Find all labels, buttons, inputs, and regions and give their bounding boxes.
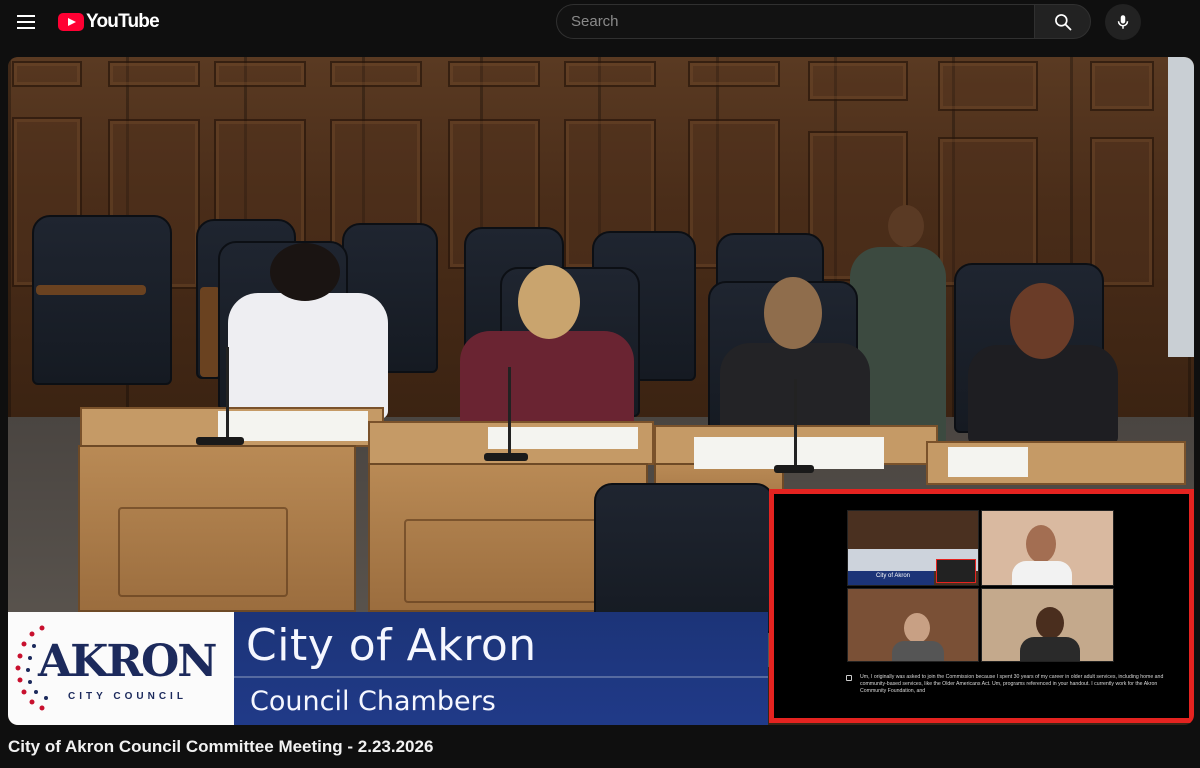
microphone-base [484,453,528,461]
chair [32,215,172,385]
video-tile-participant [981,510,1114,586]
hamburger-menu-icon [17,15,35,29]
wall-panel [448,61,540,87]
lower-third-divider [234,676,768,678]
participant-body [892,641,944,661]
participant-head [1036,607,1064,639]
akron-city-council-logo: AKRON CITY COUNCIL [8,612,234,725]
lower-third-title: City of Akron [246,620,537,671]
search-button[interactable] [1034,4,1091,39]
caption-icon [846,675,852,681]
wall-panel [564,61,656,87]
youtube-play-icon [58,13,84,31]
desk-carving [118,507,288,597]
person-head [518,265,580,339]
chair-arm [200,287,220,377]
person-head [270,243,340,301]
chair [594,483,774,633]
papers [948,447,1028,477]
desk-microphone [508,367,511,459]
wall-panel [108,61,200,87]
voice-search-button[interactable] [1105,4,1141,40]
wall-panel [12,61,82,87]
wall-panel [938,61,1038,111]
chair-arm [36,285,146,295]
remote-participants-inset: City of Akron Um, I originally was asked… [769,489,1194,723]
top-bar: YouTube [0,0,1200,44]
desk-microphone [226,347,229,443]
wall-panel [214,61,306,87]
person-head [764,277,822,349]
video-player[interactable]: AKRON CITY COUNCIL City of Akron Council… [8,57,1194,725]
search-icon [1054,13,1071,30]
video-title: City of Akron Council Committee Meeting … [8,737,434,756]
wall-panel [1090,137,1154,287]
tile-inset-preview [936,559,976,583]
desk-microphone [794,379,797,471]
lower-third-banner: City of Akron Council Chambers [234,612,768,725]
microphone-icon [1117,15,1129,29]
microphone-base [196,437,244,445]
person-head [888,205,924,247]
logo-akron-text: AKRON [38,636,217,687]
participant-head [904,613,930,643]
person-head [1010,283,1074,359]
lower-third-subtitle: Council Chambers [250,686,496,717]
seated-person [228,293,388,419]
wall-panel [1090,61,1154,111]
closed-caption-text: Um, I originally was asked to join the C… [860,674,1164,694]
wall-panel [808,61,908,101]
desk-carving [404,519,604,603]
window [1168,57,1194,357]
participant-body [1012,561,1072,585]
wall-panel [688,61,780,87]
wall-panel [330,61,422,87]
video-tile-participant [981,588,1114,662]
video-tile-chambers: City of Akron [847,510,979,586]
video-tile-participant [847,588,979,662]
participant-body [1020,637,1080,661]
seated-person [968,345,1118,445]
search-input[interactable] [556,4,1034,39]
microphone-base [774,465,814,473]
participant-head [1026,525,1056,563]
youtube-logo[interactable]: YouTube [58,11,160,33]
logo-council-text: CITY COUNCIL [68,691,187,702]
logo-wordmark: YouTube [86,11,160,32]
menu-button[interactable] [8,4,44,40]
search-bar [556,4,1091,39]
tile-banner-text: City of Akron [876,573,911,579]
